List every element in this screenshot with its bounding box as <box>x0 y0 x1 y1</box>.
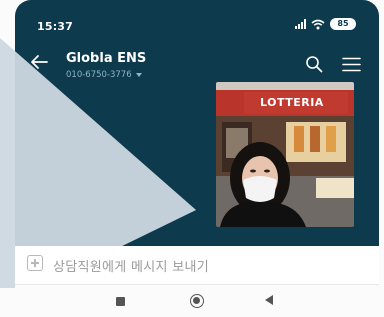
message-input-bar[interactable]: 상담직원에게 메시지 보내기 <box>15 246 379 285</box>
search-icon[interactable] <box>305 55 323 73</box>
hamburger-menu-icon[interactable] <box>342 57 361 72</box>
square-icon[interactable] <box>116 297 125 306</box>
signal-icon <box>295 19 306 29</box>
system-nav-bar <box>15 285 379 317</box>
wifi-icon <box>311 19 325 29</box>
circle-icon[interactable] <box>190 294 204 308</box>
photo-sign-text: LOTTERIA <box>260 96 324 109</box>
message-input-placeholder[interactable]: 상담직원에게 메시지 보내기 <box>53 256 209 275</box>
status-icons: 85 <box>295 18 356 30</box>
battery-icon: 85 <box>330 18 356 30</box>
plus-square-icon[interactable] <box>27 255 43 271</box>
status-time: 15:37 <box>37 20 74 33</box>
photo-message[interactable]: LOTTERIA <box>216 82 354 227</box>
chat-screen: 15:37 85 Globla ENS 010-6750-3776 LOTTER… <box>0 0 384 317</box>
triangle-back-icon[interactable] <box>265 295 273 305</box>
